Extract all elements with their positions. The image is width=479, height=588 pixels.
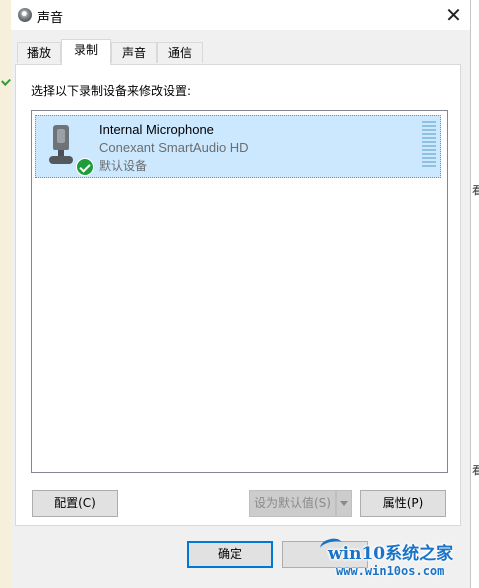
tab-recording[interactable]: 录制 xyxy=(61,39,111,65)
title-bar[interactable]: 声音 ✕ xyxy=(11,0,470,30)
close-button[interactable]: ✕ xyxy=(437,0,470,30)
level-bar xyxy=(422,145,436,147)
check-mark-icon xyxy=(1,76,11,86)
watermark-url: www.win10os.com xyxy=(336,564,445,578)
tab-sounds[interactable]: 声音 xyxy=(111,42,157,63)
device-status: 默认设备 xyxy=(99,159,148,173)
level-bar xyxy=(422,133,436,135)
background-text-fragment: 看 xyxy=(472,184,479,197)
ok-button[interactable]: 确定 xyxy=(187,541,273,568)
instruction-text: 选择以下录制设备来修改设置: xyxy=(31,84,192,98)
device-name: Internal Microphone xyxy=(99,122,214,137)
speaker-icon xyxy=(18,8,32,22)
level-bar xyxy=(422,129,436,131)
level-bar xyxy=(422,141,436,143)
tab-communications[interactable]: 通信 xyxy=(157,42,203,63)
level-bar xyxy=(422,149,436,151)
level-bar xyxy=(422,161,436,163)
recording-device-list[interactable]: Internal Microphone Conexant SmartAudio … xyxy=(31,110,448,473)
level-bar xyxy=(422,121,436,123)
watermark-title: win10系统之家 xyxy=(328,544,454,564)
device-driver: Conexant SmartAudio HD xyxy=(99,140,249,155)
microphone-icon xyxy=(45,125,79,171)
background-window-right-edge: 看 看 xyxy=(470,0,479,588)
properties-button[interactable]: 属性(P) xyxy=(360,490,446,517)
level-bar xyxy=(422,165,436,167)
device-item-internal-microphone[interactable]: Internal Microphone Conexant SmartAudio … xyxy=(35,115,441,178)
level-bar xyxy=(422,137,436,139)
set-default-dropdown-button[interactable] xyxy=(336,490,352,517)
default-check-icon xyxy=(76,158,94,176)
window-title: 声音 xyxy=(37,11,64,26)
level-bar xyxy=(422,157,436,159)
configure-button[interactable]: 配置(C) xyxy=(32,490,118,517)
level-bar xyxy=(422,125,436,127)
tab-playback[interactable]: 播放 xyxy=(17,42,61,63)
sound-dialog: 声音 ✕ 播放 录制 声音 通信 选择以下录制设备来修改设置: Internal… xyxy=(11,0,470,588)
background-text-fragment: 看 xyxy=(472,464,479,477)
site-watermark: win10系统之家 www.win10os.com xyxy=(312,533,478,588)
set-default-button[interactable]: 设为默认值(S) xyxy=(249,490,336,517)
level-bar xyxy=(422,153,436,155)
level-meter xyxy=(422,121,436,167)
